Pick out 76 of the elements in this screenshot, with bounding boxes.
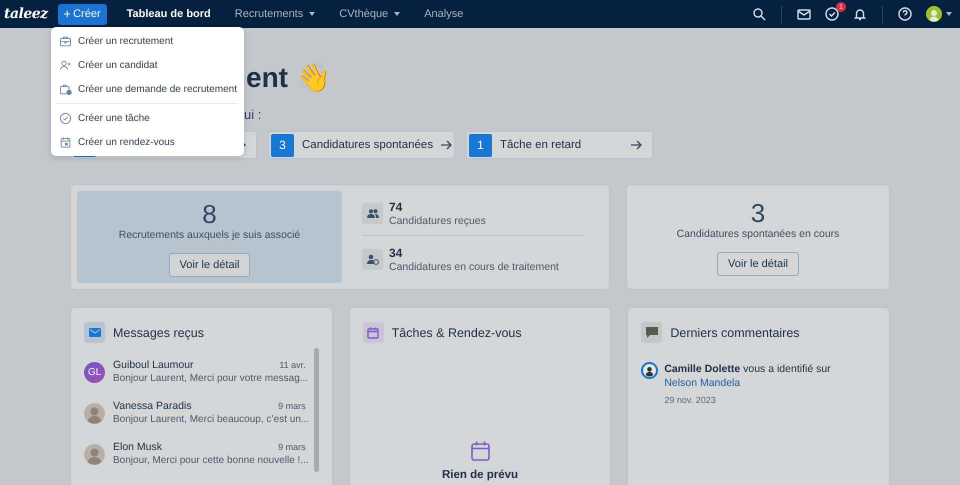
panel-title: Messages reçus (113, 326, 204, 340)
quick-stat-card[interactable]: 3 Candidatures spontanées (268, 131, 455, 159)
menu-item[interactable]: Créer une demande de recrutement (51, 77, 244, 101)
comment-icon (646, 327, 658, 338)
people-icon (366, 209, 378, 218)
stat-label: Candidatures spontanées (302, 139, 434, 151)
details-button[interactable]: Voir le détail (717, 252, 799, 276)
nav-item[interactable]: Analyse (424, 8, 464, 20)
plus-icon (64, 10, 70, 18)
menu-item[interactable]: Créer un candidat (51, 53, 244, 77)
briefcase-icon (59, 34, 72, 48)
message-date: 9 mars (278, 441, 306, 454)
help-icon (898, 7, 912, 21)
search-icon (752, 7, 766, 21)
stat-count: 1 (469, 134, 492, 156)
comment-text: Camille Dolette vous a identifié sur Nelson Mandela (664, 362, 832, 390)
create-button[interactable]: Créer (58, 4, 107, 24)
nav-item[interactable]: Recrutements (234, 8, 316, 20)
calendar-icon (59, 136, 72, 148)
avatar (84, 402, 105, 424)
caret-icon[interactable] (946, 12, 952, 16)
check-icon (59, 112, 72, 124)
logo[interactable]: taleez (4, 6, 48, 22)
candidate-link[interactable]: Nelson Mandela (664, 377, 740, 389)
avatar: GL (84, 362, 105, 382)
avatar (641, 362, 658, 379)
mail-icon (797, 7, 811, 21)
comment-date: 29 nov. 2023 (664, 395, 717, 405)
metric-count: 74 (389, 200, 404, 214)
calendar-icon (470, 441, 490, 461)
stat-count: 3 (750, 199, 766, 227)
notifications-button[interactable] (853, 7, 867, 21)
stat-count: 3 (271, 134, 294, 156)
message-date: 11 avr. (279, 359, 306, 372)
bell-icon (853, 7, 867, 21)
briefcase-clock-icon (59, 82, 72, 96)
message-date: 9 mars (278, 400, 306, 413)
quick-stat-card[interactable]: 1 Tâche en retard (466, 131, 653, 159)
menu-item[interactable]: Créer un recrutement (51, 29, 244, 53)
help-button[interactable] (898, 7, 912, 21)
menu-item[interactable]: Créer une tâche (51, 106, 244, 130)
sender-name[interactable]: Guiboul Laumour (113, 358, 194, 372)
metric-label: Candidatures reçues (389, 214, 486, 229)
panel-title: Tâches & Rendez-vous (392, 326, 522, 340)
greeting-heading: ent 👋 (246, 61, 332, 95)
stat-label: Tâche en retard (500, 139, 582, 151)
scrollbar[interactable] (314, 348, 319, 472)
tasks-button[interactable] (825, 7, 839, 21)
sender-name[interactable]: Elon Musk (113, 440, 162, 454)
nav-item[interactable]: Tableau de bord (126, 8, 211, 20)
sender-name[interactable]: Vanessa Paradis (113, 399, 192, 413)
stat-label: Recrutements auxquels je suis associé (118, 229, 300, 241)
message-preview[interactable]: Bonjour, Merci pour cette bonne nouvelle !... (113, 454, 306, 468)
empty-state-title: Rien de prévu (442, 469, 518, 481)
person-clock-icon (366, 254, 378, 265)
message-preview[interactable]: Bonjour Laurent, Merci pour votre messag... (113, 372, 306, 386)
nav-item[interactable]: CVthèque (339, 8, 400, 20)
greeting-subtitle: ui : (244, 106, 262, 124)
person-add-icon (59, 58, 72, 72)
search-button[interactable] (752, 7, 766, 21)
avatar (84, 444, 105, 464)
arrow-icon (631, 140, 642, 150)
mail-icon (88, 328, 100, 337)
metric-label: Candidatures en cours de traitement (389, 260, 559, 275)
details-button[interactable]: Voir le détail (168, 253, 250, 277)
metric-count: 34 (389, 246, 404, 260)
stat-label: Candidatures spontanées en cours (676, 228, 840, 240)
message-preview[interactable]: Bonjour Laurent, Merci beaucoup, c’est un... (113, 413, 306, 427)
menu-item[interactable]: Créer un rendez-vous (51, 130, 244, 154)
user-avatar[interactable] (926, 6, 942, 22)
panel-title: Derniers commentaires (670, 326, 800, 340)
stat-count: 8 (202, 200, 217, 228)
check-circle-icon (825, 7, 839, 21)
calendar-icon (367, 326, 380, 338)
arrow-icon (441, 140, 452, 150)
mail-button[interactable] (797, 7, 811, 21)
